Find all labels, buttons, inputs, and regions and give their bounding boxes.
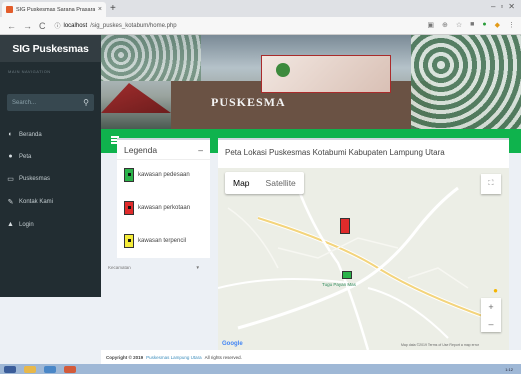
dashboard-icon: ◐: [8, 131, 13, 138]
map-place-label: Tugu Payan Mas: [322, 282, 356, 287]
banner-lettering: PUSKESMA: [211, 95, 286, 109]
sidebar-section-label: MAIN NAVIGATION: [8, 69, 51, 74]
banner-pattern: [411, 35, 521, 129]
kecamatan-select-value: Kecamatan: [108, 264, 131, 270]
map-marker-red[interactable]: [340, 218, 350, 234]
map-marker-green[interactable]: [342, 271, 352, 279]
zoom-icon[interactable]: ⊕: [442, 21, 448, 29]
fullscreen-icon[interactable]: ⛶: [481, 174, 501, 194]
minimize-icon[interactable]: –: [491, 2, 495, 11]
legend-item: kawasan terpencil: [124, 234, 186, 248]
close-window-icon[interactable]: ✕: [508, 2, 515, 11]
menu-icon[interactable]: ⋮: [508, 21, 515, 29]
footer-rights: All rights reserved.: [204, 354, 242, 360]
extension-icon[interactable]: ◆: [495, 21, 500, 29]
legend-panel: Legenda – kawasan pedesaan kawasan perko…: [117, 138, 210, 258]
map-type-control: Map Satellite: [225, 172, 304, 194]
browser-tab[interactable]: SIG Puskesmas Sarana Prasaran ×: [2, 2, 106, 17]
reload-icon[interactable]: C: [39, 21, 46, 31]
sidebar-item-label: Beranda: [19, 131, 42, 138]
sidebar-item-kontak[interactable]: ✎ Kontak Kami: [7, 198, 53, 206]
banner-roof: [101, 83, 171, 113]
header-banner: PUSKESMA: [101, 35, 521, 129]
google-logo: Google: [222, 341, 243, 347]
sidebar: SIG Puskesmas MAIN NAVIGATION Search... …: [0, 35, 101, 297]
map-title: Peta Lokasi Puskesmas Kotabumi Kabupaten…: [225, 148, 445, 157]
url-path: /sig_puskes_kotabum/home.php: [90, 22, 177, 29]
os-taskbar: 1:12: [0, 364, 521, 374]
footer-link[interactable]: Puskesmas Lampung Utara: [146, 355, 202, 360]
bookmark-icon[interactable]: ▣: [427, 21, 434, 29]
taskbar-clock: 1:12: [505, 366, 513, 372]
edit-icon: ✎: [7, 199, 14, 206]
legend-title: Legenda: [124, 144, 158, 155]
sidebar-item-label: Puskesmas: [19, 176, 51, 182]
start-button[interactable]: [4, 365, 16, 373]
browser-tab-title: SIG Puskesmas Sarana Prasaran: [16, 6, 95, 13]
health-logo-icon: [276, 63, 290, 77]
yellow-marker-icon: [124, 234, 134, 248]
zoom-in-button[interactable]: +: [488, 302, 493, 312]
legend-item-label: kawasan perkotaan: [138, 205, 191, 211]
zoom-out-button[interactable]: –: [488, 319, 493, 329]
browser-toolbar: ← → C ⓘ localhost/sig_puskes_kotabum/hom…: [0, 17, 521, 35]
search-input[interactable]: Search...: [12, 100, 36, 106]
sidebar-item-beranda[interactable]: ◐ Beranda: [7, 131, 42, 138]
browser-tab-strip: SIG Puskesmas Sarana Prasaran × + – ▫ ✕: [0, 0, 521, 17]
taskbar-app-icon[interactable]: [44, 365, 56, 373]
browser-extensions: ▣ ⊕ ☆ ■ ● ◆ ⋮: [427, 21, 515, 29]
footer-copyright: Copyright © 2019: [106, 354, 144, 360]
window-controls: – ▫ ✕: [491, 2, 515, 11]
back-icon[interactable]: ←: [7, 21, 16, 31]
map-attribution[interactable]: Map data ©2019 Terms of Use Report a map…: [401, 343, 479, 347]
street-view-icon[interactable]: ●: [493, 286, 498, 295]
zoom-control: + –: [481, 298, 501, 332]
sidebar-item-login[interactable]: ▲ Login: [7, 221, 34, 228]
extension-icon[interactable]: ●: [482, 21, 486, 29]
legend-item: kawasan perkotaan: [124, 201, 190, 215]
red-marker-icon: [124, 201, 134, 215]
search-icon[interactable]: ⚲: [83, 98, 89, 107]
maximize-icon[interactable]: ▫: [500, 2, 503, 11]
sidebar-search[interactable]: Search... ⚲: [7, 94, 94, 111]
app-logo[interactable]: SIG Puskesmas: [0, 35, 101, 62]
chevron-down-icon: ▼: [195, 264, 200, 270]
taskbar-app-icon[interactable]: [24, 365, 36, 373]
info-icon: ⓘ: [54, 24, 61, 30]
kecamatan-select[interactable]: Kecamatan ▼: [102, 262, 204, 272]
close-tab-icon[interactable]: ×: [98, 6, 102, 13]
forward-icon[interactable]: →: [23, 21, 32, 31]
map-type-map-button[interactable]: Map: [225, 172, 258, 194]
media-icon[interactable]: ■: [470, 21, 474, 29]
legend-item: kawasan pedesaan: [124, 168, 190, 182]
map-canvas[interactable]: Map Satellite ⛶ Tugu Payan Mas ● + – Goo…: [218, 168, 509, 350]
new-tab-button[interactable]: +: [110, 3, 116, 14]
legend-header: Legenda –: [117, 140, 210, 160]
map-roads: [218, 168, 509, 350]
green-marker-icon: [124, 168, 134, 182]
address-bar[interactable]: ⓘ localhost/sig_puskes_kotabum/home.php: [54, 21, 177, 31]
collapse-icon[interactable]: –: [198, 145, 203, 155]
footer: Copyright © 2019 Puskesmas Lampung Utara…: [101, 350, 521, 364]
user-icon: ▲: [7, 221, 14, 228]
sidebar-item-label: Kontak Kami: [19, 199, 54, 205]
globe-icon: ●: [8, 153, 13, 160]
sidebar-item-puskesmas[interactable]: ▭ Puskesmas: [7, 175, 50, 183]
legend-item-label: kawasan pedesaan: [138, 172, 190, 178]
taskbar-app-icon[interactable]: [64, 365, 76, 373]
map-panel: Peta Lokasi Puskesmas Kotabumi Kabupaten…: [218, 138, 509, 350]
url-host: localhost: [63, 22, 88, 29]
banner-pattern: [101, 35, 201, 81]
building-icon: ▭: [7, 176, 14, 183]
sidebar-item-label: Login: [19, 221, 34, 228]
sidebar-item-label: Peta: [19, 153, 32, 160]
legend-item-label: kawasan terpencil: [138, 238, 187, 244]
sidebar-item-peta[interactable]: ● Peta: [7, 153, 31, 160]
map-type-satellite-button[interactable]: Satellite: [258, 172, 304, 194]
star-icon[interactable]: ☆: [456, 21, 462, 29]
favicon-icon: [6, 6, 13, 13]
